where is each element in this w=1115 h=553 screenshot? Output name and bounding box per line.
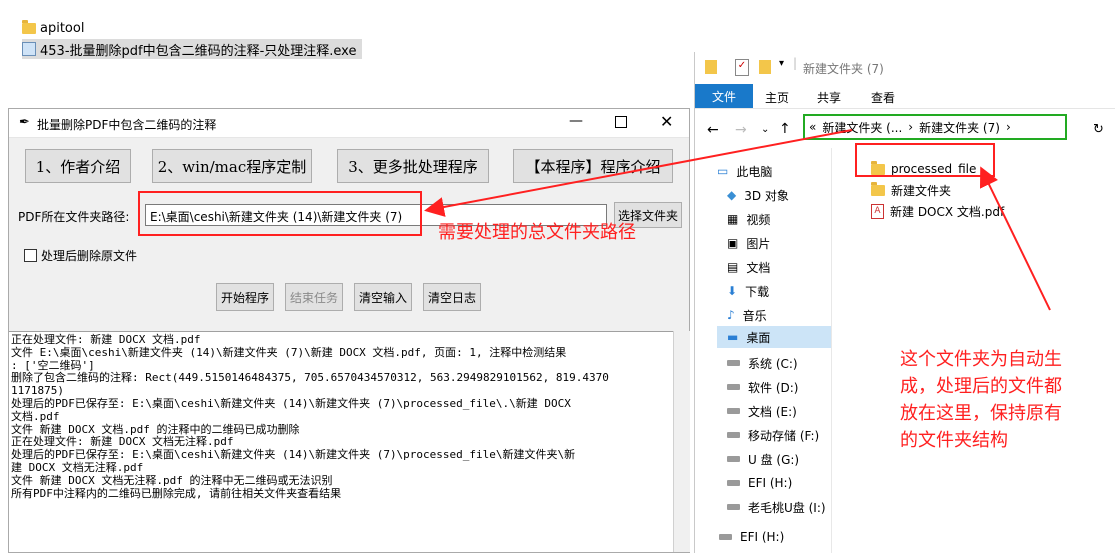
annotation-arrows	[424, 129, 1051, 311]
arrow-to-path	[424, 129, 853, 217]
arrow-to-processed-folder	[979, 166, 1051, 311]
